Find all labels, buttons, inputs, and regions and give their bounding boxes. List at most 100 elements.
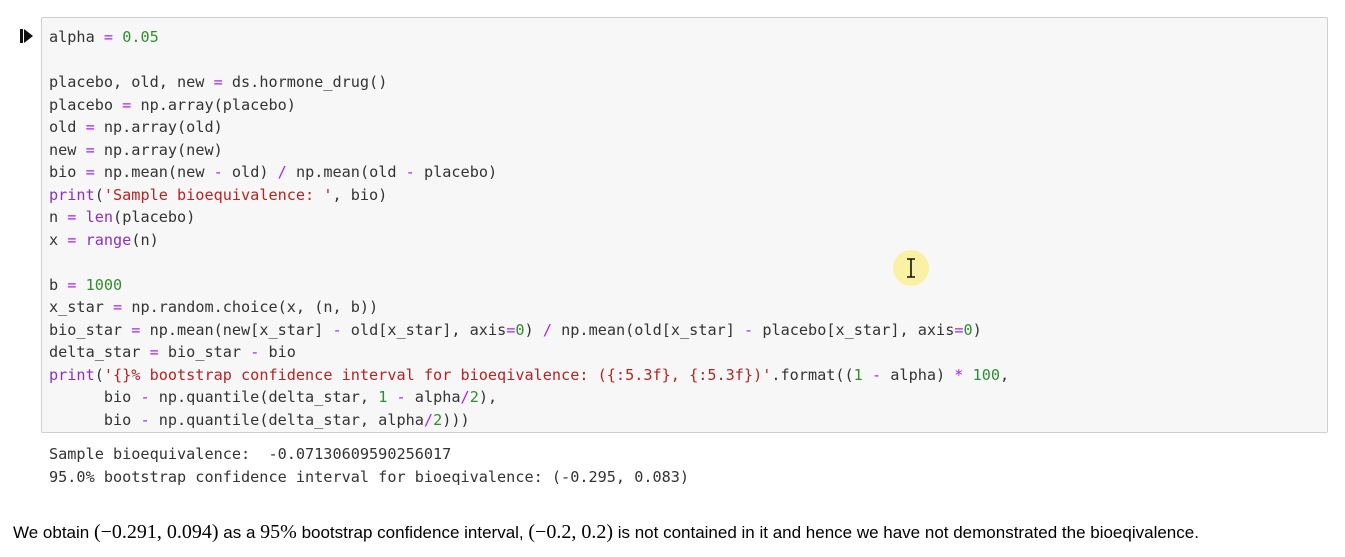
code-token: np.quantile(delta_star, alpha bbox=[149, 410, 424, 429]
code-token: len bbox=[85, 208, 114, 226]
code-token: bio bbox=[49, 410, 141, 429]
code-token: bio bbox=[49, 163, 86, 181]
code-token: placebo[x_star], axis bbox=[753, 320, 955, 339]
code-token: / bbox=[460, 388, 470, 406]
code-token: - bbox=[871, 365, 882, 384]
code-token: - bbox=[140, 388, 150, 406]
code-token: / bbox=[277, 163, 287, 181]
code-line: placebo = np.array(placebo) bbox=[49, 94, 1009, 117]
code-token: = bbox=[213, 73, 223, 91]
code-token: - bbox=[140, 410, 150, 429]
code-line: bio_star = np.mean(new[x_star] - old[x_s… bbox=[49, 319, 1009, 342]
markdown-text: is not contained in it and hence we have… bbox=[612, 523, 1199, 542]
code-token: ), bbox=[478, 388, 498, 406]
code-token: ) bbox=[972, 320, 982, 339]
code-line: delta_star = bio_star - bio bbox=[49, 341, 1009, 364]
code-token: / bbox=[542, 320, 552, 339]
code-token: = bbox=[954, 320, 964, 339]
code-token: ))) bbox=[442, 410, 470, 429]
output-line: 95.0% bootstrap confidence interval for … bbox=[49, 467, 690, 486]
code-token: bio bbox=[259, 343, 296, 361]
code-token: = bbox=[85, 140, 95, 159]
code-token: np.mean(new[x_star] bbox=[140, 320, 333, 339]
code-token: b bbox=[49, 275, 68, 294]
code-token: 1000 bbox=[85, 275, 123, 294]
code-token: n bbox=[49, 208, 68, 226]
math-expression: 95% bbox=[260, 521, 297, 543]
code-line: old = np.array(old) bbox=[49, 116, 1009, 139]
code-line: bio - np.quantile(delta_star, alpha/2))) bbox=[49, 409, 1009, 432]
code-token: - bbox=[250, 343, 260, 361]
code-token: np.mean(new bbox=[94, 163, 214, 181]
code-token: np.mean(old[x_star] bbox=[552, 320, 745, 339]
code-token: range bbox=[85, 230, 132, 249]
code-token: 0.05 bbox=[122, 28, 159, 46]
code-token: x_star bbox=[49, 298, 114, 316]
code-token: np.random.choice(x, (n, b)) bbox=[122, 298, 379, 316]
code-line: x = range(n) bbox=[49, 229, 1009, 252]
code-token: np.array(old) bbox=[94, 118, 223, 136]
code-line: alpha = 0.05 bbox=[49, 26, 1009, 49]
code-token: print bbox=[49, 185, 95, 204]
code-token: ( bbox=[94, 185, 104, 204]
code-token: = bbox=[122, 95, 132, 114]
code-token: .format(( bbox=[771, 365, 854, 384]
markdown-text: as a bbox=[218, 523, 261, 542]
code-line: bio - np.quantile(delta_star, 1 - alpha/… bbox=[49, 386, 1009, 409]
code-cell-output: Sample bioequivalence: -0.07130609590256… bbox=[49, 443, 689, 488]
code-token: - bbox=[213, 163, 223, 181]
code-line: new = np.array(new) bbox=[49, 139, 1009, 162]
code-token: ds.hormone_drug() bbox=[222, 73, 388, 91]
code-token: np.mean(old bbox=[286, 163, 406, 181]
run-cell-icon[interactable] bbox=[20, 28, 34, 44]
code-token: bio_star bbox=[158, 343, 251, 361]
code-token: old bbox=[49, 118, 86, 136]
code-token: delta_star bbox=[49, 343, 150, 361]
code-token: = bbox=[103, 28, 114, 46]
code-token: , bbox=[1000, 365, 1010, 384]
notebook: alpha = 0.05 placebo, old, new = ds.hormo… bbox=[0, 0, 1345, 557]
code-token: - bbox=[405, 163, 415, 181]
code-editor[interactable]: alpha = 0.05 placebo, old, new = ds.hormo… bbox=[49, 26, 1009, 431]
code-token: = bbox=[113, 298, 123, 316]
code-line: bio = np.mean(new - old) / np.mean(old -… bbox=[49, 161, 1009, 184]
code-token: 100 bbox=[972, 365, 1001, 384]
markdown-cell: We obtain (−0.291, 0.094) as a 95% boots… bbox=[13, 521, 1199, 544]
code-line: b = 1000 bbox=[49, 274, 1009, 297]
code-token: - bbox=[396, 388, 406, 406]
code-token: - bbox=[744, 320, 754, 339]
code-token: bio_star bbox=[49, 320, 132, 339]
code-token: 1 bbox=[853, 365, 863, 384]
code-token: alpha bbox=[405, 388, 461, 406]
code-line: print('Sample bioequivalence: ', bio) bbox=[49, 184, 1009, 207]
markdown-text: bootstrap confidence interval, bbox=[296, 523, 529, 542]
code-token: bio bbox=[49, 388, 141, 406]
code-token: ) bbox=[524, 320, 543, 339]
output-line: Sample bioequivalence: -0.07130609590256… bbox=[49, 445, 452, 463]
code-token: ( bbox=[94, 365, 104, 384]
code-token: '{}% bootstrap confidence interval for b… bbox=[103, 365, 772, 384]
code-line: placebo, old, new = ds.hormone_drug() bbox=[49, 71, 1009, 94]
code-token: 0 bbox=[515, 320, 525, 339]
code-token: 2 bbox=[433, 410, 443, 429]
code-token: / bbox=[423, 410, 434, 429]
code-token: (n) bbox=[131, 230, 159, 249]
math-expression: (−0.2, 0.2) bbox=[528, 521, 613, 543]
code-token: x bbox=[49, 230, 68, 249]
text-cursor-icon bbox=[906, 258, 916, 278]
code-token: 1 bbox=[378, 388, 388, 406]
code-token: = bbox=[149, 343, 159, 361]
code-token: = bbox=[85, 163, 95, 181]
code-cell-input[interactable]: alpha = 0.05 placebo, old, new = ds.hormo… bbox=[41, 17, 1328, 433]
code-token: new bbox=[49, 140, 86, 159]
code-token: old[x_star], axis bbox=[341, 320, 507, 339]
code-token: 2 bbox=[469, 388, 479, 406]
